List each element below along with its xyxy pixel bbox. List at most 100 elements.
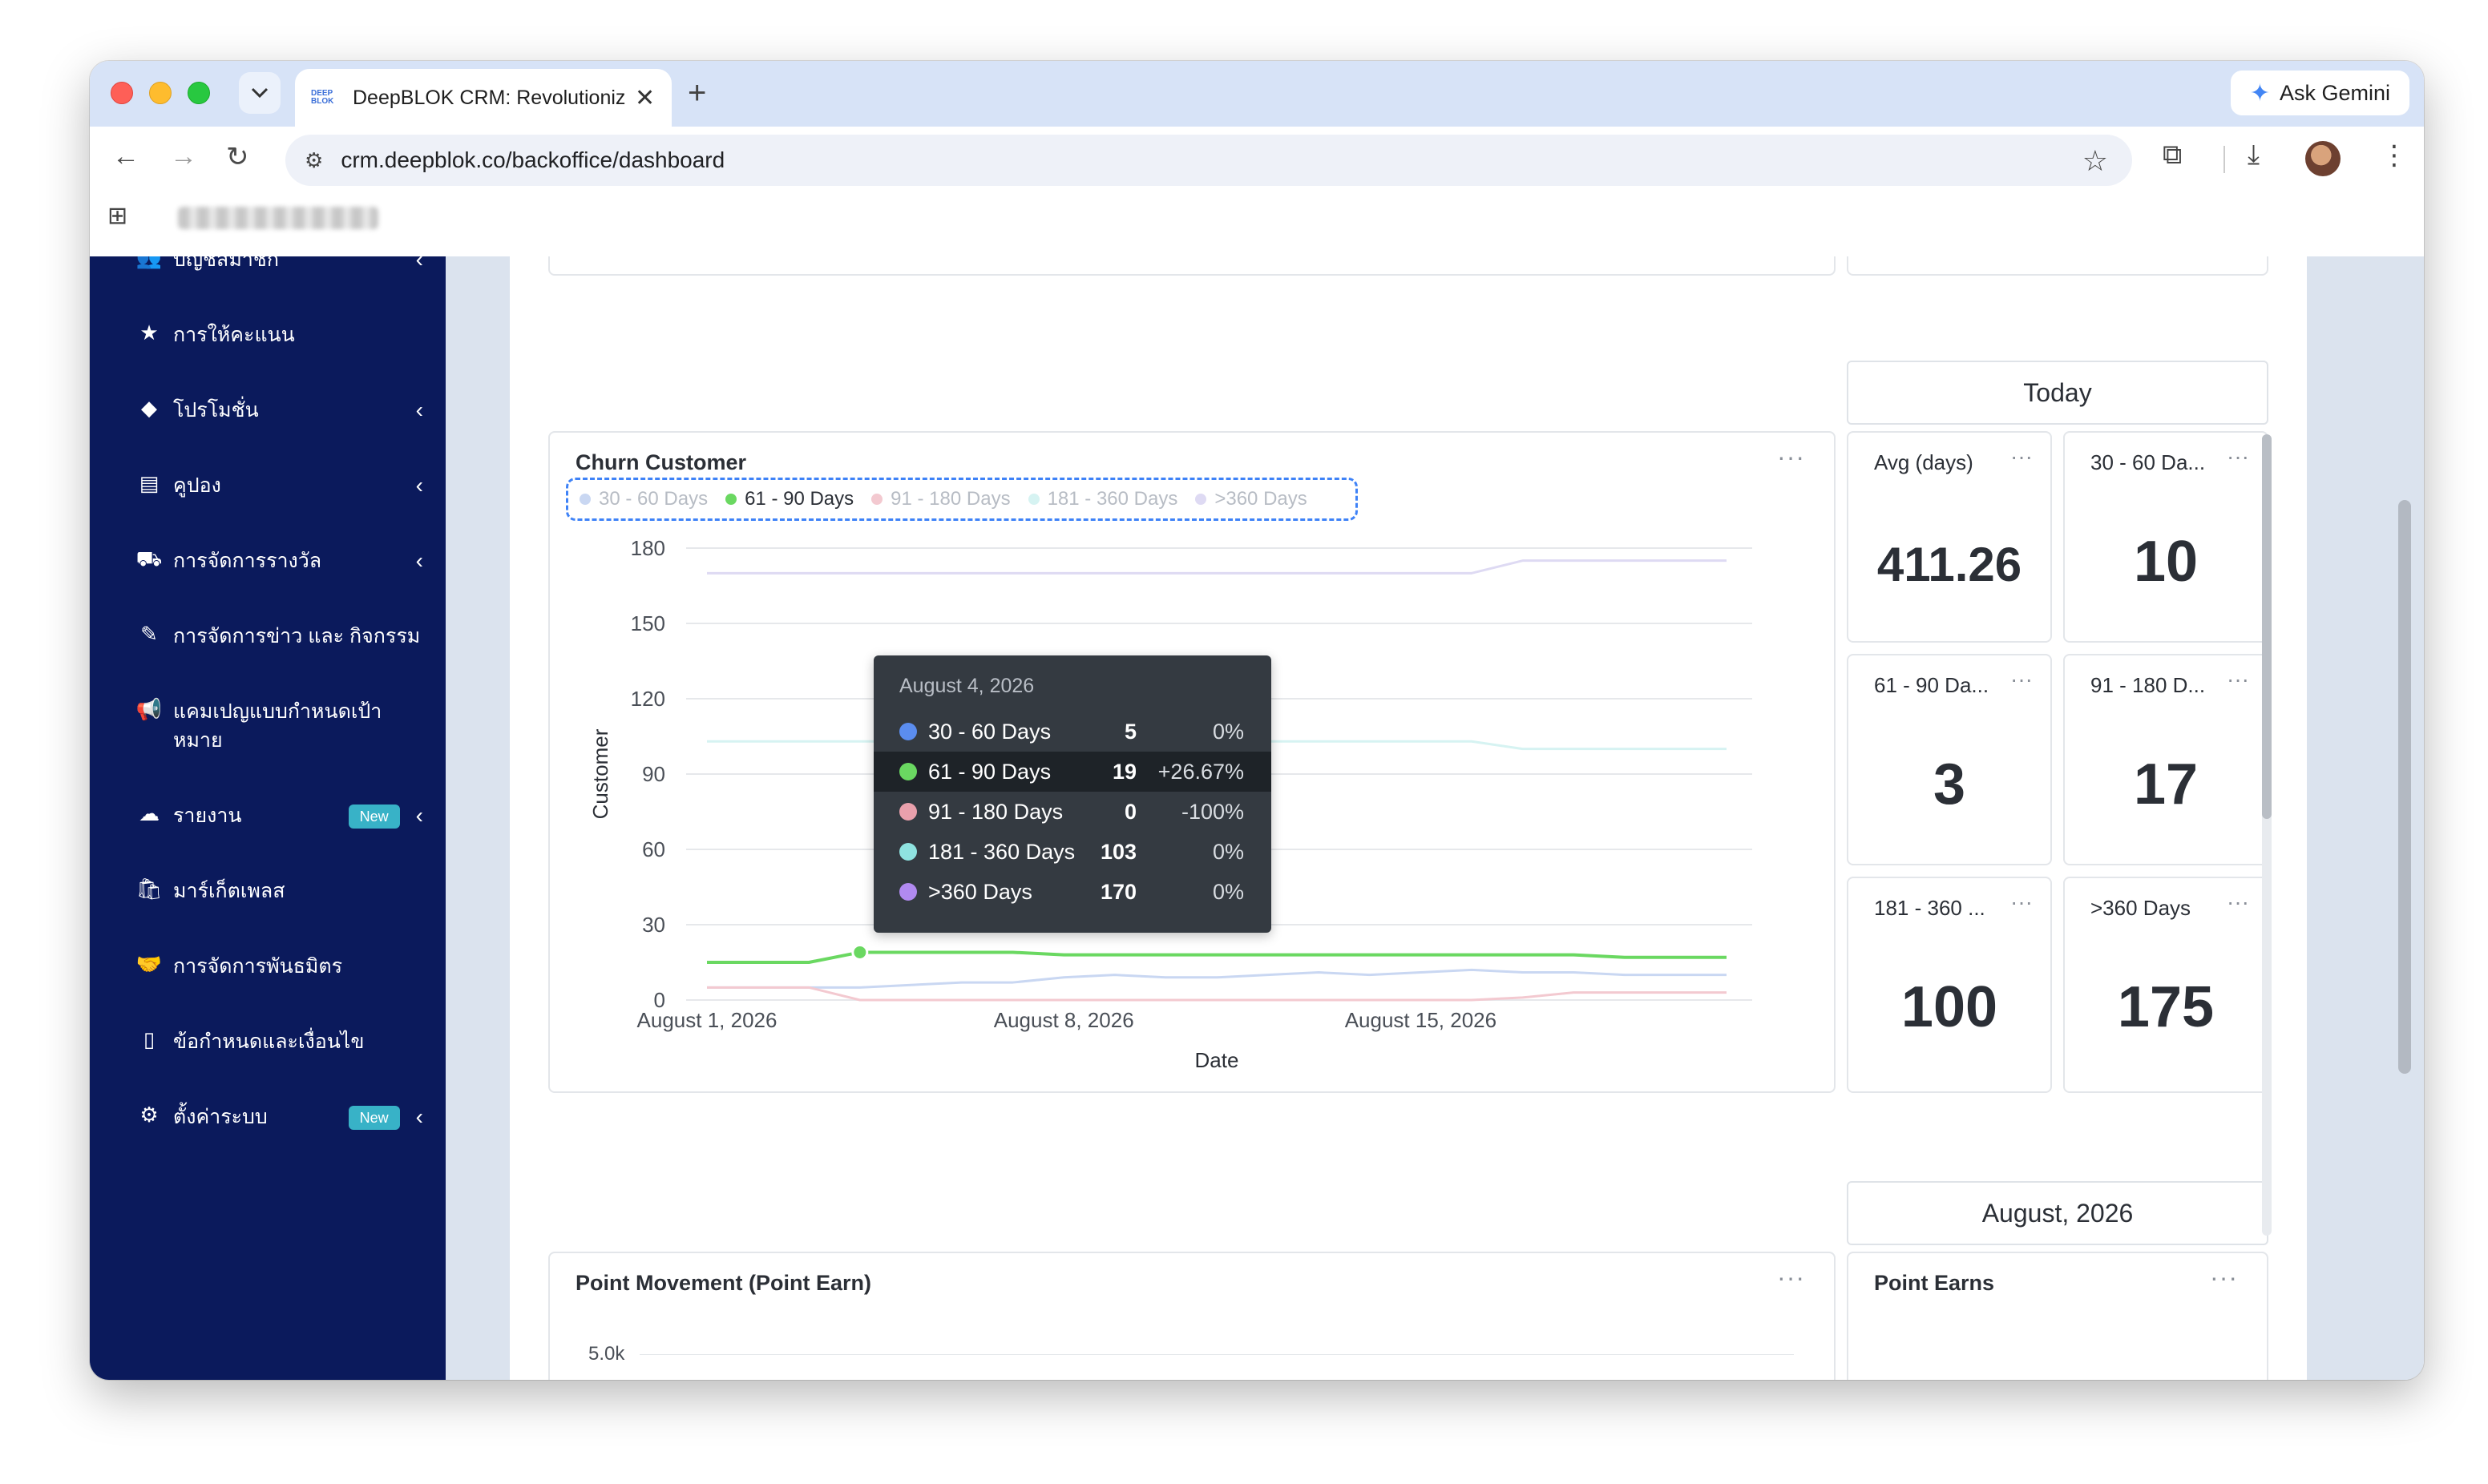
sidebar-item-reports[interactable]: ☁ รายงาน New ‹	[135, 801, 423, 830]
ticket-icon: ▤	[139, 471, 160, 495]
tooltip-series-name: 91 - 180 Days	[928, 799, 1064, 824]
apps-grid-icon[interactable]: ⊞	[107, 202, 127, 230]
dashboard-content: Today Churn Customer ··· 30 - 60 Days 61…	[510, 256, 2307, 1380]
tab-close-icon[interactable]: ✕	[635, 84, 655, 112]
tooltip-dot	[899, 843, 917, 861]
toolbar-separator	[2223, 146, 2225, 173]
hover-point-marker	[851, 943, 869, 961]
address-bar[interactable]: ⚙ crm.deepblok.co/backoffice/dashboard ☆	[285, 135, 2132, 186]
x-tick-label: August 8, 2026	[994, 1008, 1134, 1032]
sidebar: 👥 บัญชีสมาชิก ‹ ★ การให้คะแนน ◆ โปรโมชั่…	[90, 256, 446, 1380]
tooltip-dot	[899, 763, 917, 780]
card-menu-icon[interactable]: ···	[2210, 1263, 2238, 1292]
forward-arrow-icon[interactable]: →	[170, 141, 197, 172]
kebab-menu-icon[interactable]: ⋮	[2381, 139, 2408, 171]
tab-title: DeepBLOK CRM: Revolutioniz	[353, 86, 625, 109]
card-menu-icon[interactable]: ···	[2010, 889, 2033, 915]
content-scrollbar[interactable]	[2262, 434, 2272, 1236]
content-scrollbar-thumb[interactable]	[2262, 434, 2272, 819]
ask-gemini-label: Ask Gemini	[2279, 80, 2390, 105]
ask-gemini-button[interactable]: ✦ Ask Gemini	[2230, 71, 2409, 115]
sidebar-item-points[interactable]: ★ การให้คะแนน	[135, 321, 423, 349]
tooltip-series-change: 0%	[1212, 879, 1244, 904]
tooltip-row: 30 - 60 Days 5 0%	[874, 712, 1271, 752]
chevron-left-icon: ‹	[415, 1104, 423, 1129]
point-movement-title: Point Movement (Point Earn)	[576, 1271, 872, 1295]
card-menu-icon[interactable]: ···	[1777, 1263, 1805, 1292]
tooltip-series-value: 5	[1124, 719, 1137, 744]
sidebar-item-promotions[interactable]: ◆ โปรโมชั่น ‹	[135, 396, 423, 425]
y-axis-label: Customer	[588, 728, 612, 819]
users-icon: 👥	[135, 256, 163, 269]
y-tick-label: 30	[642, 913, 665, 937]
card-menu-icon[interactable]: ···	[2227, 667, 2249, 692]
point-earns-card: Point Earns ···	[1847, 1252, 2268, 1380]
kpi-card-91-180-days[interactable]: 91 - 180 D... ··· 17	[2063, 654, 2268, 865]
sidebar-item-label: รายงาน	[173, 805, 242, 827]
sidebar-item-news[interactable]: ✎ การจัดการข่าว และ กิจกรรม	[135, 622, 423, 651]
y-tick-label: 150	[631, 611, 665, 635]
sidebar-item-rewards[interactable]: ⛟ การจัดการรางวัล ‹	[135, 546, 423, 575]
tooltip-series-value: 19	[1112, 759, 1137, 784]
sidebar-item-targeted-campaign[interactable]: 📢 แคมเปญแบบกำหนดเป้าหมาย	[135, 697, 423, 755]
page-scrollbar[interactable]	[2393, 256, 2422, 1380]
tooltip-series-name: 61 - 90 Days	[928, 759, 1052, 784]
star-icon: ★	[139, 321, 159, 345]
reload-icon[interactable]: ↻	[226, 141, 249, 173]
site-info-icon[interactable]: ⚙	[305, 148, 323, 173]
chevron-down-icon	[251, 87, 269, 99]
tooltip-series-change: -100%	[1181, 799, 1244, 824]
close-window-button[interactable]	[111, 82, 133, 104]
sidebar-item-marketplace[interactable]: 🛍 มาร์เก็ตเพลส	[135, 877, 423, 905]
new-tab-button[interactable]: +	[688, 75, 706, 111]
handshake-icon: 🤝	[135, 952, 163, 976]
sidebar-item-partners[interactable]: 🤝 การจัดการพันธมิตร	[135, 952, 423, 981]
card-menu-icon[interactable]: ···	[2227, 444, 2249, 470]
new-badge: New	[348, 805, 400, 829]
card-menu-icon[interactable]: ···	[2010, 667, 2033, 692]
sidebar-item-settings[interactable]: ⚙ ตั้งค่าระบบ New ‹	[135, 1103, 423, 1131]
kpi-card-181-360-days[interactable]: 181 - 360 ... ··· 100	[1847, 877, 2052, 1093]
x-axis-label: Date	[1195, 1048, 1239, 1072]
kpi-card-avg-days[interactable]: Avg (days) ··· 411.26	[1847, 431, 2052, 643]
sidebar-item-label: บัญชีสมาชิก	[173, 256, 280, 271]
browser-tab[interactable]: DEEP BLOK DeepBLOK CRM: Revolutioniz ✕	[295, 69, 672, 127]
chevron-left-icon: ‹	[415, 256, 423, 272]
tab-strip: DEEP BLOK DeepBLOK CRM: Revolutioniz ✕ +…	[90, 61, 2424, 127]
tooltip-series-change: 0%	[1212, 839, 1244, 864]
extensions-icon[interactable]: ⧉	[2163, 139, 2182, 171]
card-menu-icon[interactable]: ···	[2227, 889, 2249, 915]
sidebar-item-coupons[interactable]: ▤ คูปอง ‹	[135, 471, 423, 500]
zoom-window-button[interactable]	[188, 82, 210, 104]
kpi-title: 61 - 90 Da...	[1874, 673, 1989, 697]
blurred-bookmark[interactable]	[178, 207, 378, 229]
gear-icon: ⚙	[139, 1103, 159, 1127]
kpi-title: Avg (days)	[1874, 450, 1973, 474]
y-tick-label: 60	[642, 837, 665, 861]
sidebar-item-terms[interactable]: ▯ ข้อกำหนดและเงื่อนไข	[135, 1027, 423, 1056]
back-arrow-icon[interactable]: ←	[112, 141, 139, 172]
sidebar-item-label: การจัดการพันธมิตร	[173, 955, 343, 978]
cloud-icon: ☁	[139, 801, 160, 825]
kpi-card-61-90-days[interactable]: 61 - 90 Da... ··· 3	[1847, 654, 2052, 865]
churn-customer-card: Churn Customer ··· 30 - 60 Days 61 - 90 …	[548, 431, 1836, 1093]
new-badge: New	[348, 1106, 400, 1130]
page-scrollbar-thumb[interactable]	[2398, 500, 2411, 1074]
chevron-left-icon: ‹	[415, 803, 423, 828]
minimize-window-button[interactable]	[149, 82, 172, 104]
profile-avatar[interactable]	[2305, 141, 2341, 176]
download-icon[interactable]: ⤓	[2248, 139, 2260, 171]
today-header-label: Today	[2023, 377, 2092, 407]
bookmark-star-icon[interactable]: ☆	[2082, 144, 2108, 178]
chevron-left-icon: ‹	[415, 473, 423, 498]
url-text[interactable]: crm.deepblok.co/backoffice/dashboard	[341, 147, 725, 173]
kpi-card-30-60-days[interactable]: 30 - 60 Da... ··· 10	[2063, 431, 2268, 643]
sidebar-item-members[interactable]: 👥 บัญชีสมาชิก ‹	[135, 256, 423, 274]
kpi-card-over-360-days[interactable]: >360 Days ··· 175	[2063, 877, 2268, 1093]
y-tick-label: 120	[631, 687, 665, 711]
x-tick-label: August 15, 2026	[1345, 1008, 1496, 1032]
tooltip-row: 181 - 360 Days 103 0%	[874, 832, 1271, 872]
tooltip-dot	[899, 723, 917, 740]
card-menu-icon[interactable]: ···	[2010, 444, 2033, 470]
tab-search-button[interactable]	[239, 72, 281, 114]
